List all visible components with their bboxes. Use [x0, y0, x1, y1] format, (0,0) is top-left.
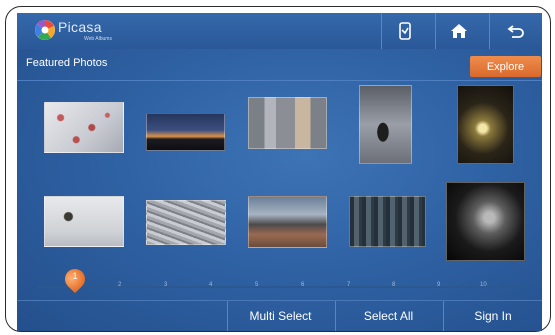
photo-thumbnail-1[interactable] — [44, 102, 124, 153]
home-button[interactable] — [435, 13, 481, 49]
photo-thumbnail-7[interactable] — [146, 200, 226, 245]
photo-thumbnail-4[interactable] — [359, 85, 412, 164]
home-icon — [450, 24, 467, 38]
select-all-button[interactable]: Select All — [335, 301, 441, 331]
photo-thumbnail-5[interactable] — [457, 85, 514, 164]
multi-select-button[interactable]: Multi Select — [227, 301, 333, 331]
brand-subtitle: Web Albums — [84, 36, 112, 42]
picasa-logo-icon — [35, 20, 55, 40]
page-number-8[interactable]: 8 — [392, 282, 395, 288]
photo-thumbnail-3[interactable] — [248, 97, 327, 149]
header-divider — [17, 80, 542, 81]
current-page-number: 1 — [72, 271, 78, 281]
photo-thumbnail-6[interactable] — [44, 196, 124, 247]
photo-thumbnail-9[interactable] — [349, 196, 426, 247]
page-number-2[interactable]: 2 — [118, 282, 121, 288]
photo-thumbnail-8[interactable] — [248, 196, 327, 248]
brand-name: Picasa — [58, 19, 102, 35]
explore-button[interactable]: Explore — [470, 56, 541, 77]
sign-in-button[interactable]: Sign In — [443, 301, 542, 331]
phone-sync-icon — [398, 22, 411, 40]
page-number-6[interactable]: 6 — [301, 282, 304, 288]
page-number-9[interactable]: 9 — [437, 282, 440, 288]
pagination-track[interactable] — [38, 286, 526, 288]
page-number-4[interactable]: 4 — [209, 282, 212, 288]
page-number-3[interactable]: 3 — [164, 282, 167, 288]
sync-button[interactable] — [381, 13, 427, 49]
photo-thumbnail-10[interactable] — [446, 182, 525, 261]
page-title: Featured Photos — [26, 57, 108, 69]
back-button[interactable] — [489, 13, 542, 49]
back-icon — [507, 25, 524, 38]
page-number-5[interactable]: 5 — [255, 282, 258, 288]
top-bar: Picasa Web Albums — [17, 13, 542, 49]
app-screen: Picasa Web Albums Featured Photos Explor… — [17, 13, 542, 331]
photo-thumbnail-2[interactable] — [146, 113, 225, 151]
page-number-10[interactable]: 10 — [480, 282, 487, 288]
page-number-7[interactable]: 7 — [347, 282, 350, 288]
